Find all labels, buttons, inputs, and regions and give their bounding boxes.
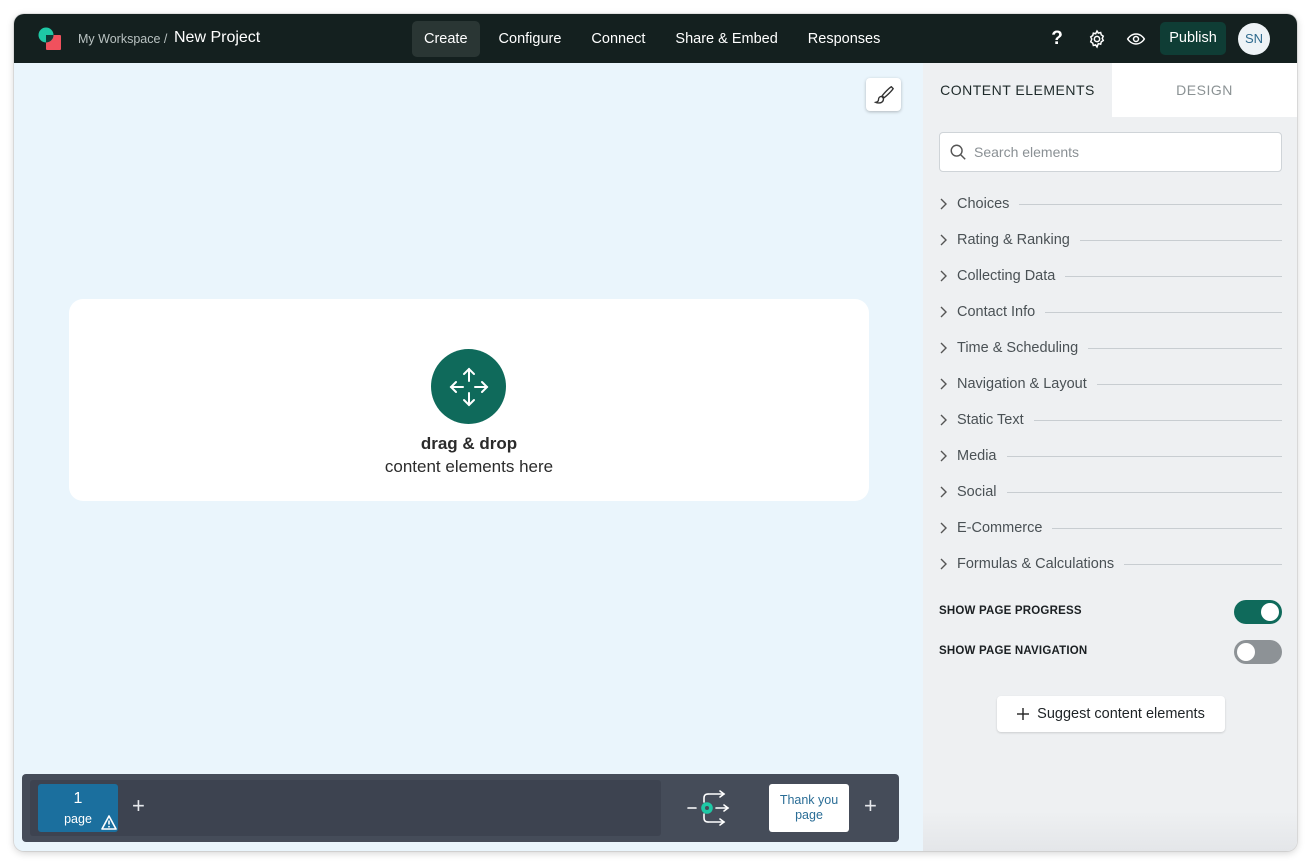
drop-zone[interactable]: drag & drop content elements here [69, 299, 869, 501]
category-time-scheduling[interactable]: Time & Scheduling [939, 330, 1282, 366]
drop-title: drag & drop [420, 434, 518, 453]
add-ending-button[interactable]: + [864, 794, 877, 818]
category-label: Static Text [957, 412, 1024, 428]
drop-subtitle: content elements here [384, 457, 554, 476]
page-tile[interactable]: 1 page [38, 784, 118, 832]
main-nav: Create Configure Connect Share & Embed R… [412, 21, 895, 57]
category-e-commerce[interactable]: E-Commerce [939, 510, 1282, 546]
divider [1065, 275, 1282, 277]
move-arrows-icon [431, 349, 506, 424]
logo-icon[interactable] [37, 26, 63, 52]
divider [1052, 527, 1282, 529]
category-contact-info[interactable]: Contact Info [939, 294, 1282, 330]
search-box [939, 132, 1282, 172]
page-bar: 1 page + Thank you page + [22, 774, 899, 842]
chevron-right-icon [939, 197, 957, 211]
chevron-right-icon [939, 377, 957, 391]
chevron-right-icon [939, 305, 957, 319]
chevron-right-icon [939, 233, 957, 247]
show-page-navigation-toggle[interactable] [1234, 640, 1282, 664]
category-label: Collecting Data [957, 268, 1056, 284]
logic-flow-icon[interactable] [686, 788, 734, 828]
panel-footer [923, 811, 1297, 851]
suggest-label: Suggest content elements [1037, 706, 1205, 722]
breadcrumb-workspace[interactable]: My Workspace / [78, 32, 167, 46]
elements-panel: CONTENT ELEMENTS DESIGN Choices Rating &… [923, 63, 1297, 851]
category-label: Formulas & Calculations [957, 556, 1115, 572]
warning-icon [101, 815, 117, 830]
show-page-progress-row: SHOW PAGE PROGRESS [939, 600, 1282, 624]
form-canvas: drag & drop content elements here 1 page… [14, 63, 923, 851]
brush-button[interactable] [866, 78, 901, 111]
category-media[interactable]: Media [939, 438, 1282, 474]
chevron-right-icon [939, 449, 957, 463]
category-label: Contact Info [957, 304, 1036, 320]
category-static-text[interactable]: Static Text [939, 402, 1282, 438]
divider [1096, 383, 1282, 385]
page-number: 1 [73, 790, 83, 807]
search-input[interactable] [974, 133, 1274, 171]
chevron-right-icon [939, 341, 957, 355]
category-navigation-layout[interactable]: Navigation & Layout [939, 366, 1282, 402]
show-page-navigation-label: SHOW PAGE NAVIGATION [939, 645, 1088, 657]
chevron-right-icon [939, 521, 957, 535]
toggle-knob [1237, 643, 1255, 661]
category-rating-ranking[interactable]: Rating & Ranking [939, 222, 1282, 258]
gear-icon[interactable] [1085, 27, 1109, 51]
add-page-button[interactable]: + [132, 794, 145, 818]
plus-icon [1017, 708, 1030, 720]
divider [1033, 419, 1282, 421]
category-choices[interactable]: Choices [939, 186, 1282, 222]
tab-content-elements[interactable]: CONTENT ELEMENTS [923, 63, 1112, 117]
category-label: Choices [957, 196, 1010, 212]
chevron-right-icon [939, 413, 957, 427]
tab-responses[interactable]: Responses [793, 21, 896, 57]
panel-tabs: CONTENT ELEMENTS DESIGN [923, 63, 1297, 117]
show-page-navigation-row: SHOW PAGE NAVIGATION [939, 640, 1282, 664]
suggest-elements-button[interactable]: Suggest content elements [997, 696, 1225, 732]
category-collecting-data[interactable]: Collecting Data [939, 258, 1282, 294]
tab-design[interactable]: DESIGN [1112, 63, 1297, 117]
pages-track [30, 780, 661, 836]
brush-icon [873, 85, 894, 104]
thank-you-label: Thank you [779, 793, 839, 807]
category-label: Time & Scheduling [957, 340, 1079, 356]
show-page-progress-toggle[interactable] [1234, 600, 1282, 624]
help-icon[interactable]: ? [1045, 27, 1069, 51]
search-icon [950, 144, 966, 160]
thank-you-page-tile[interactable]: Thank you page [769, 784, 849, 832]
top-bar: My Workspace / New Project Create Config… [14, 14, 1297, 63]
category-label: Rating & Ranking [957, 232, 1070, 248]
category-label: Navigation & Layout [957, 376, 1087, 392]
category-social[interactable]: Social [939, 474, 1282, 510]
category-label: Social [957, 484, 997, 500]
chevron-right-icon [939, 485, 957, 499]
category-formulas-calculations[interactable]: Formulas & Calculations [939, 546, 1282, 582]
toggle-knob [1261, 603, 1279, 621]
category-label: E-Commerce [957, 520, 1043, 536]
app-window: My Workspace / New Project Create Config… [14, 14, 1297, 851]
thank-you-sublabel: page [795, 808, 823, 822]
divider [1088, 347, 1282, 349]
divider [1019, 203, 1282, 205]
divider [1045, 311, 1282, 313]
divider [1079, 239, 1282, 241]
tab-create[interactable]: Create [412, 21, 480, 57]
tab-connect[interactable]: Connect [576, 21, 660, 57]
divider [1124, 563, 1282, 565]
avatar[interactable]: SN [1238, 23, 1270, 55]
tab-share-embed[interactable]: Share & Embed [660, 21, 792, 57]
eye-icon[interactable] [1124, 27, 1148, 51]
project-title[interactable]: New Project [174, 29, 260, 47]
chevron-right-icon [939, 269, 957, 283]
divider [1006, 491, 1282, 493]
show-page-progress-label: SHOW PAGE PROGRESS [939, 605, 1082, 617]
publish-button[interactable]: Publish [1160, 22, 1226, 55]
chevron-right-icon [939, 557, 957, 571]
category-label: Media [957, 448, 997, 464]
tab-configure[interactable]: Configure [484, 21, 577, 57]
divider [1006, 455, 1282, 457]
category-list: Choices Rating & Ranking Collecting Data… [939, 186, 1282, 582]
